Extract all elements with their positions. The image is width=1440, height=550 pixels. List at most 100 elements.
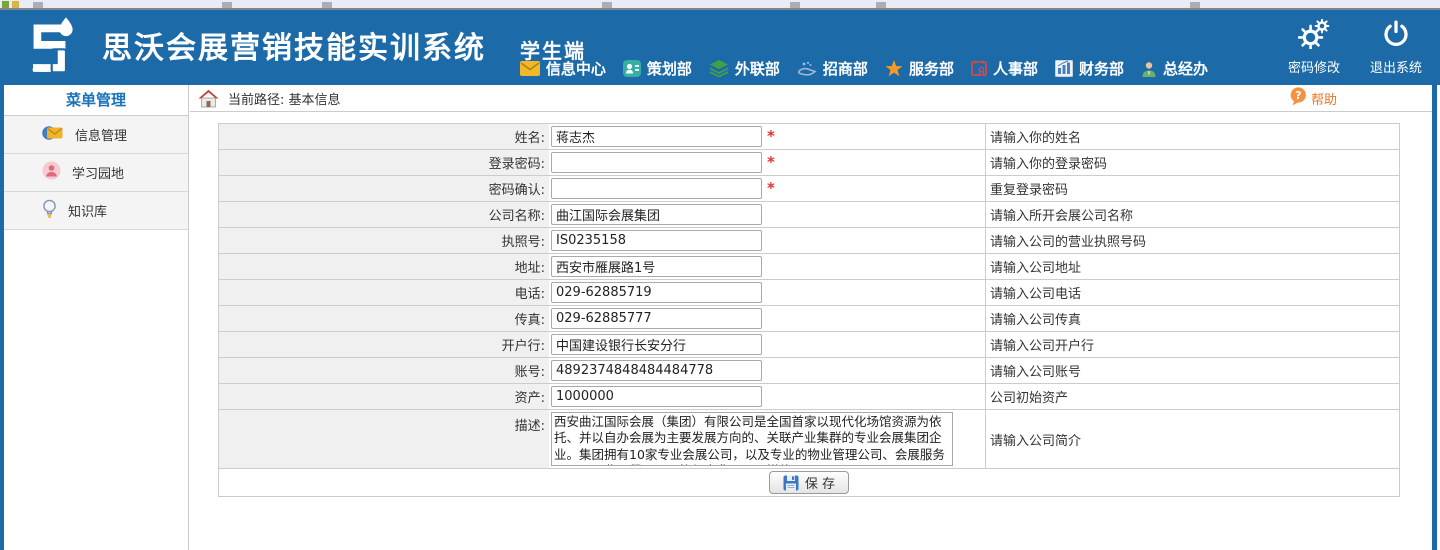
nav-item-hr-dept[interactable]: 人事部	[971, 58, 1038, 79]
account-input[interactable]	[551, 360, 762, 381]
sidebar-title: 菜单管理	[4, 85, 188, 116]
action-label: 密码修改	[1288, 57, 1340, 76]
form-row-account: 账号: 请输入公司账号	[219, 358, 1399, 384]
field-label: 开户行:	[219, 332, 549, 357]
nav-item-gm-office[interactable]: 总经办	[1141, 58, 1208, 79]
chrome-fragment	[222, 2, 232, 8]
field-label: 执照号:	[219, 228, 549, 253]
required-asterisk: *	[767, 129, 775, 144]
nav-item-label: 信息中心	[546, 58, 606, 79]
nav-item-label: 外联部	[735, 58, 780, 79]
name-input[interactable]	[551, 126, 762, 147]
field-label: 公司名称:	[219, 202, 549, 227]
field-cell	[549, 384, 986, 409]
form-row-fax: 传真: 请输入公司传真	[219, 306, 1399, 332]
field-cell	[549, 358, 986, 383]
nav-item-label: 招商部	[823, 58, 868, 79]
field-cell: *	[549, 124, 986, 149]
right-frame-edge	[1432, 85, 1437, 550]
address-input[interactable]	[551, 256, 762, 277]
layers-icon	[709, 60, 729, 77]
sidebar-item-info-management[interactable]: 信息管理	[4, 116, 188, 154]
sidebar-item-label: 知识库	[68, 201, 107, 220]
basic-info-form: 姓名: * 请输入你的姓名 登录密码: * 请输入你的登录密码 密码确认: * …	[218, 123, 1400, 497]
login-password-input[interactable]	[551, 152, 762, 173]
save-button[interactable]: 保 存	[769, 471, 849, 494]
browser-chrome	[0, 0, 1440, 10]
sidebar-item-learning-garden[interactable]: 学习园地	[4, 154, 188, 192]
field-hint: 请输入公司传真	[986, 306, 1399, 331]
field-cell	[549, 202, 986, 227]
chrome-fragment	[876, 2, 886, 8]
app-title-row: 思沃会展营销技能实训系统 学生端	[102, 23, 586, 67]
description-textarea[interactable]: 西安曲江国际会展（集团）有限公司是全国首家以现代化场馆资源为依托、并以自办会展为…	[551, 412, 953, 466]
sidebar-item-label: 信息管理	[75, 125, 127, 144]
field-label: 地址:	[219, 254, 549, 279]
field-hint: 请输入所开会展公司名称	[986, 202, 1399, 227]
required-asterisk: *	[767, 181, 775, 196]
form-row-description: 描述: 西安曲江国际会展（集团）有限公司是全国首家以现代化场馆资源为依托、并以自…	[219, 410, 1399, 469]
form-row-login-password: 登录密码: * 请输入你的登录密码	[219, 150, 1399, 176]
change-password-button[interactable]: 密码修改	[1288, 19, 1340, 76]
field-label: 传真:	[219, 306, 549, 331]
info-icon	[42, 124, 64, 146]
power-icon	[1381, 19, 1411, 53]
header-nav: 信息中心 策划部 外联部 招商部 服务部 人事部 财务部 总经办	[520, 58, 1208, 79]
sidebar-item-knowledge-base[interactable]: 知识库	[4, 192, 188, 230]
bank-input[interactable]	[551, 334, 762, 355]
field-label: 账号:	[219, 358, 549, 383]
field-cell	[549, 254, 986, 279]
favicon-fragment	[12, 1, 19, 8]
breadcrumb-label: 当前路径: 基本信息	[228, 89, 341, 108]
planning-icon	[623, 60, 641, 77]
nav-item-merchants-dept[interactable]: 招商部	[797, 58, 868, 79]
nav-item-label: 服务部	[909, 58, 954, 79]
company-name-input[interactable]	[551, 204, 762, 225]
field-cell	[549, 306, 986, 331]
fax-input[interactable]	[551, 308, 762, 329]
phone-input[interactable]	[551, 282, 762, 303]
sidebar-menu: 信息管理 学习园地 知识库	[4, 116, 188, 230]
page-body: 菜单管理 信息管理 学习园地 知识库 当前路径: 基本信息	[0, 85, 1440, 550]
app-header: 思沃会展营销技能实训系统 学生端 信息中心 策划部 外联部 招商部 服务部 人事…	[0, 10, 1440, 85]
form-row-license-no: 执照号: 请输入公司的营业执照号码	[219, 228, 1399, 254]
license-no-input[interactable]	[551, 230, 762, 251]
learning-icon	[42, 161, 61, 184]
chrome-fragment	[33, 2, 43, 8]
field-hint: 请输入公司地址	[986, 254, 1399, 279]
field-label: 电话:	[219, 280, 549, 305]
field-label: 密码确认:	[219, 176, 549, 201]
save-icon	[783, 475, 799, 491]
hr-icon	[971, 60, 987, 77]
sidebar-item-label: 学习园地	[72, 163, 124, 182]
bulb-icon	[42, 199, 57, 223]
field-hint: 请输入公司开户行	[986, 332, 1399, 357]
field-hint: 请输入公司账号	[986, 358, 1399, 383]
nav-item-liaison-dept[interactable]: 外联部	[709, 58, 780, 79]
nav-item-label: 总经办	[1163, 58, 1208, 79]
sidebar: 菜单管理 信息管理 学习园地 知识库	[4, 85, 189, 550]
help-button[interactable]: ? 帮助	[1289, 87, 1337, 110]
password-confirm-input[interactable]	[551, 178, 762, 199]
nav-item-label: 财务部	[1079, 58, 1124, 79]
gear-icon	[1298, 19, 1330, 53]
mail-icon	[520, 61, 540, 76]
field-hint: 请输入你的登录密码	[986, 150, 1399, 175]
form-row-phone: 电话: 请输入公司电话	[219, 280, 1399, 306]
form-wrap: 姓名: * 请输入你的姓名 登录密码: * 请输入你的登录密码 密码确认: * …	[190, 112, 1432, 497]
nav-item-service-dept[interactable]: 服务部	[885, 58, 954, 79]
nav-item-info-center[interactable]: 信息中心	[520, 58, 606, 79]
form-row-name: 姓名: * 请输入你的姓名	[219, 124, 1399, 150]
logout-button[interactable]: 退出系统	[1370, 19, 1422, 76]
app-logo-icon	[22, 15, 88, 81]
field-label: 资产:	[219, 384, 549, 409]
home-icon	[198, 89, 219, 108]
nav-item-planning-dept[interactable]: 策划部	[623, 58, 692, 79]
action-label: 退出系统	[1370, 57, 1422, 76]
assets-input[interactable]	[551, 386, 762, 407]
form-row-password-confirm: 密码确认: * 重复登录密码	[219, 176, 1399, 202]
app-title: 思沃会展营销技能实训系统	[102, 23, 486, 67]
field-cell	[549, 332, 986, 357]
nav-item-label: 人事部	[993, 58, 1038, 79]
nav-item-finance-dept[interactable]: 财务部	[1055, 58, 1124, 79]
